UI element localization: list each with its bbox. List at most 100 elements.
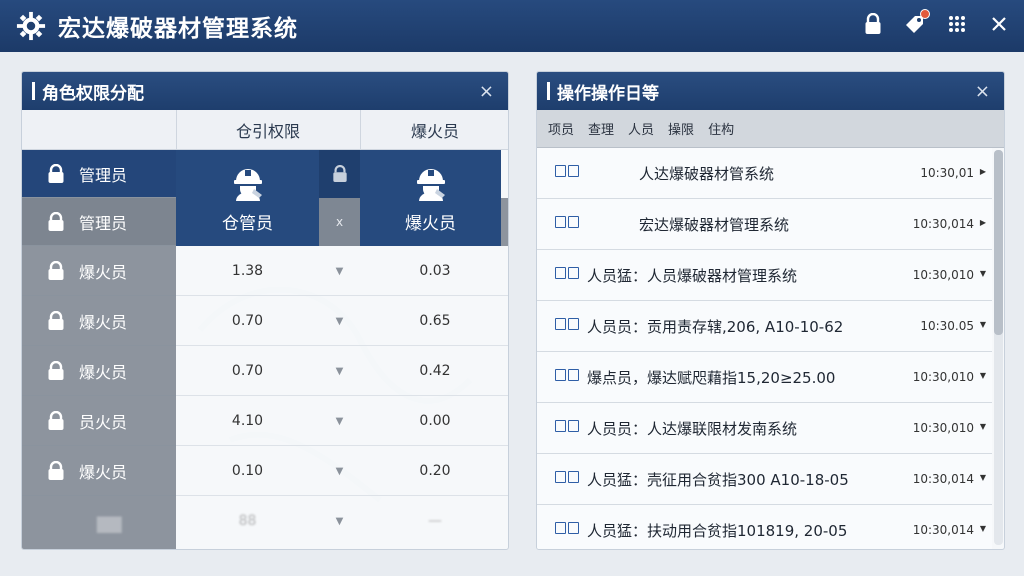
- role-item[interactable]: 管理员: [22, 150, 176, 198]
- tab-personnel[interactable]: 人员: [628, 119, 654, 138]
- checkbox-pair[interactable]: [555, 420, 579, 432]
- log-entry[interactable]: 人员猛：扶动用合贫指101819, 20-05 10:30,014 ▼: [537, 505, 992, 549]
- expand-arrow-icon[interactable]: ▼: [980, 422, 986, 431]
- checkbox-pair[interactable]: [555, 471, 579, 483]
- expand-arrow-icon[interactable]: ▼: [980, 524, 986, 533]
- right-value: 0.00: [419, 413, 451, 429]
- left-value: 1.38: [231, 263, 264, 279]
- lock-toggle[interactable]: [319, 150, 360, 198]
- role-label: 爆火员: [79, 312, 128, 332]
- permission-row[interactable]: 1.38 ▼ 0.03: [176, 246, 508, 296]
- mid-toggle-symbol[interactable]: x: [319, 198, 360, 246]
- expand-arrow-icon[interactable]: ▼: [980, 320, 986, 329]
- tag-notification-icon[interactable]: [904, 9, 930, 36]
- close-icon[interactable]: [988, 12, 1010, 36]
- expand-arrow-icon[interactable]: ▶: [980, 167, 986, 176]
- role-label: 员火员: [79, 412, 128, 432]
- role-item[interactable]: 爆火员: [22, 346, 176, 396]
- blaster-label: 爆火员: [405, 213, 456, 234]
- dropdown-arrow-icon[interactable]: ▼: [319, 496, 360, 546]
- log-message: 宏达爆破器材管理系统: [639, 216, 790, 234]
- role-permission-panel: 角色权限分配 × 仓引权限 爆火员 管理员 管理员 爆火员 爆火员 爆火员 员火…: [21, 71, 509, 550]
- permission-row[interactable]: 0.10 ▼ 0.20: [176, 446, 508, 496]
- lock-icon: [48, 460, 64, 480]
- title-bar: 宏达爆破器材管理系统: [0, 0, 1024, 52]
- permission-row[interactable]: 4.10 ▼ 0.00: [176, 396, 508, 446]
- role-table-header: 仓引权限 爆火员: [22, 110, 508, 150]
- role-label: 管理员: [79, 165, 128, 185]
- expand-arrow-icon[interactable]: ▼: [980, 269, 986, 278]
- lock-icon: [332, 165, 347, 182]
- notification-dot: [920, 9, 930, 19]
- dropdown-arrow-icon[interactable]: ▼: [319, 346, 360, 396]
- right-value: 0.65: [419, 313, 451, 329]
- blaster-cell[interactable]: 爆火员: [360, 150, 501, 246]
- dropdown-arrow-icon[interactable]: ▼: [319, 296, 360, 346]
- tab-manage[interactable]: 查理: [588, 119, 614, 138]
- checkbox-pair[interactable]: [555, 216, 579, 228]
- log-time: 10:30,01: [920, 166, 974, 180]
- operation-log-panel: 操作操作日等 × 项员 查理 人员 操限 住构 人达爆破器材管系统 10:30,…: [536, 71, 1005, 550]
- left-value: 4.10: [231, 413, 264, 429]
- grid-menu-icon[interactable]: [946, 12, 968, 36]
- log-time: 10:30,014: [912, 472, 974, 486]
- log-time: 10:30,010: [912, 421, 974, 435]
- role-item[interactable]: 员火员: [22, 396, 176, 446]
- checkbox-pair[interactable]: [555, 165, 579, 177]
- expand-arrow-icon[interactable]: ▼: [980, 473, 986, 482]
- log-time: 10:30,014: [912, 217, 974, 231]
- checkbox-pair[interactable]: [555, 522, 579, 534]
- log-time: 10:30.05: [920, 319, 974, 333]
- dropdown-arrow-icon[interactable]: ▼: [319, 446, 360, 496]
- role-item[interactable]: 爆火员: [22, 246, 176, 296]
- log-time: 10:30,014: [912, 523, 974, 537]
- log-panel-close-button[interactable]: ×: [975, 81, 990, 102]
- permission-row[interactable]: 0.70 ▼ 0.65: [176, 296, 508, 346]
- column-header-blaster[interactable]: 爆火员: [360, 110, 508, 150]
- role-item[interactable]: 爆火员: [22, 446, 176, 496]
- log-entry[interactable]: 人员员：贡用责存辖,206, A10-10-62 10:30.05 ▼: [537, 301, 992, 352]
- log-message: 人员员：贡用责存辖,206, A10-10-62: [587, 318, 844, 336]
- scrollbar-thumb[interactable]: [994, 150, 1003, 335]
- worker-helmet-icon: [416, 168, 445, 201]
- tab-permission[interactable]: 操限: [668, 119, 694, 138]
- dropdown-arrow-icon[interactable]: ▼: [319, 396, 360, 446]
- checkbox-pair[interactable]: [555, 267, 579, 279]
- right-value: 0.20: [419, 463, 451, 479]
- log-panel-title: 操作操作日等: [557, 83, 659, 104]
- expand-arrow-icon[interactable]: ▼: [980, 371, 986, 380]
- checkbox-pair[interactable]: [555, 318, 579, 330]
- left-value: 88: [238, 513, 257, 529]
- checkbox-pair[interactable]: [555, 369, 579, 381]
- log-message: 爆点员，爆达赋咫藉指15,20≥25.00: [587, 369, 836, 387]
- right-value: —: [428, 513, 442, 529]
- log-entry[interactable]: 人员员：人达爆联限材发南系统 10:30,010 ▼: [537, 403, 992, 454]
- dropdown-arrow-icon[interactable]: ▼: [319, 246, 360, 296]
- log-entry[interactable]: 人员猛：人员爆破器材管理系统 10:30,010 ▼: [537, 250, 992, 301]
- warehouse-keeper-cell[interactable]: 仓管员: [176, 150, 319, 246]
- permission-row[interactable]: 88 ▼ —: [176, 496, 508, 546]
- right-value: 0.03: [419, 263, 451, 279]
- role-item[interactable]: 管理员: [22, 198, 176, 246]
- column-header-warehouse[interactable]: 仓引权限: [176, 110, 360, 150]
- tab-structure[interactable]: 住构: [708, 119, 734, 138]
- tab-items[interactable]: 项员: [548, 119, 574, 138]
- log-entry[interactable]: 宏达爆破器材管理系统 10:30,014 ▶: [537, 199, 992, 250]
- role-item[interactable]: ▇▇: [22, 496, 176, 549]
- right-value: 0.42: [419, 363, 451, 379]
- log-entry[interactable]: 人达爆破器材管系统 10:30,01 ▶: [537, 148, 992, 199]
- left-value: 0.70: [231, 363, 264, 379]
- role-panel-header: 角色权限分配 ×: [22, 72, 508, 110]
- log-entry[interactable]: 爆点员，爆达赋咫藉指15,20≥25.00 10:30,010 ▼: [537, 352, 992, 403]
- log-entry[interactable]: 人员猛：壳征用合贫指300 A10-18-05 10:30,014 ▼: [537, 454, 992, 505]
- warehouse-keeper-label: 仓管员: [222, 213, 273, 234]
- role-panel-close-button[interactable]: ×: [479, 81, 494, 102]
- log-scrollbar[interactable]: [994, 150, 1003, 545]
- permission-row[interactable]: 0.70 ▼ 0.42: [176, 346, 508, 396]
- log-time: 10:30,010: [912, 370, 974, 384]
- lock-icon: [48, 410, 64, 430]
- expand-arrow-icon[interactable]: ▶: [980, 218, 986, 227]
- lock-icon[interactable]: [862, 12, 884, 36]
- lock-icon: [48, 163, 64, 183]
- role-item[interactable]: 爆火员: [22, 296, 176, 346]
